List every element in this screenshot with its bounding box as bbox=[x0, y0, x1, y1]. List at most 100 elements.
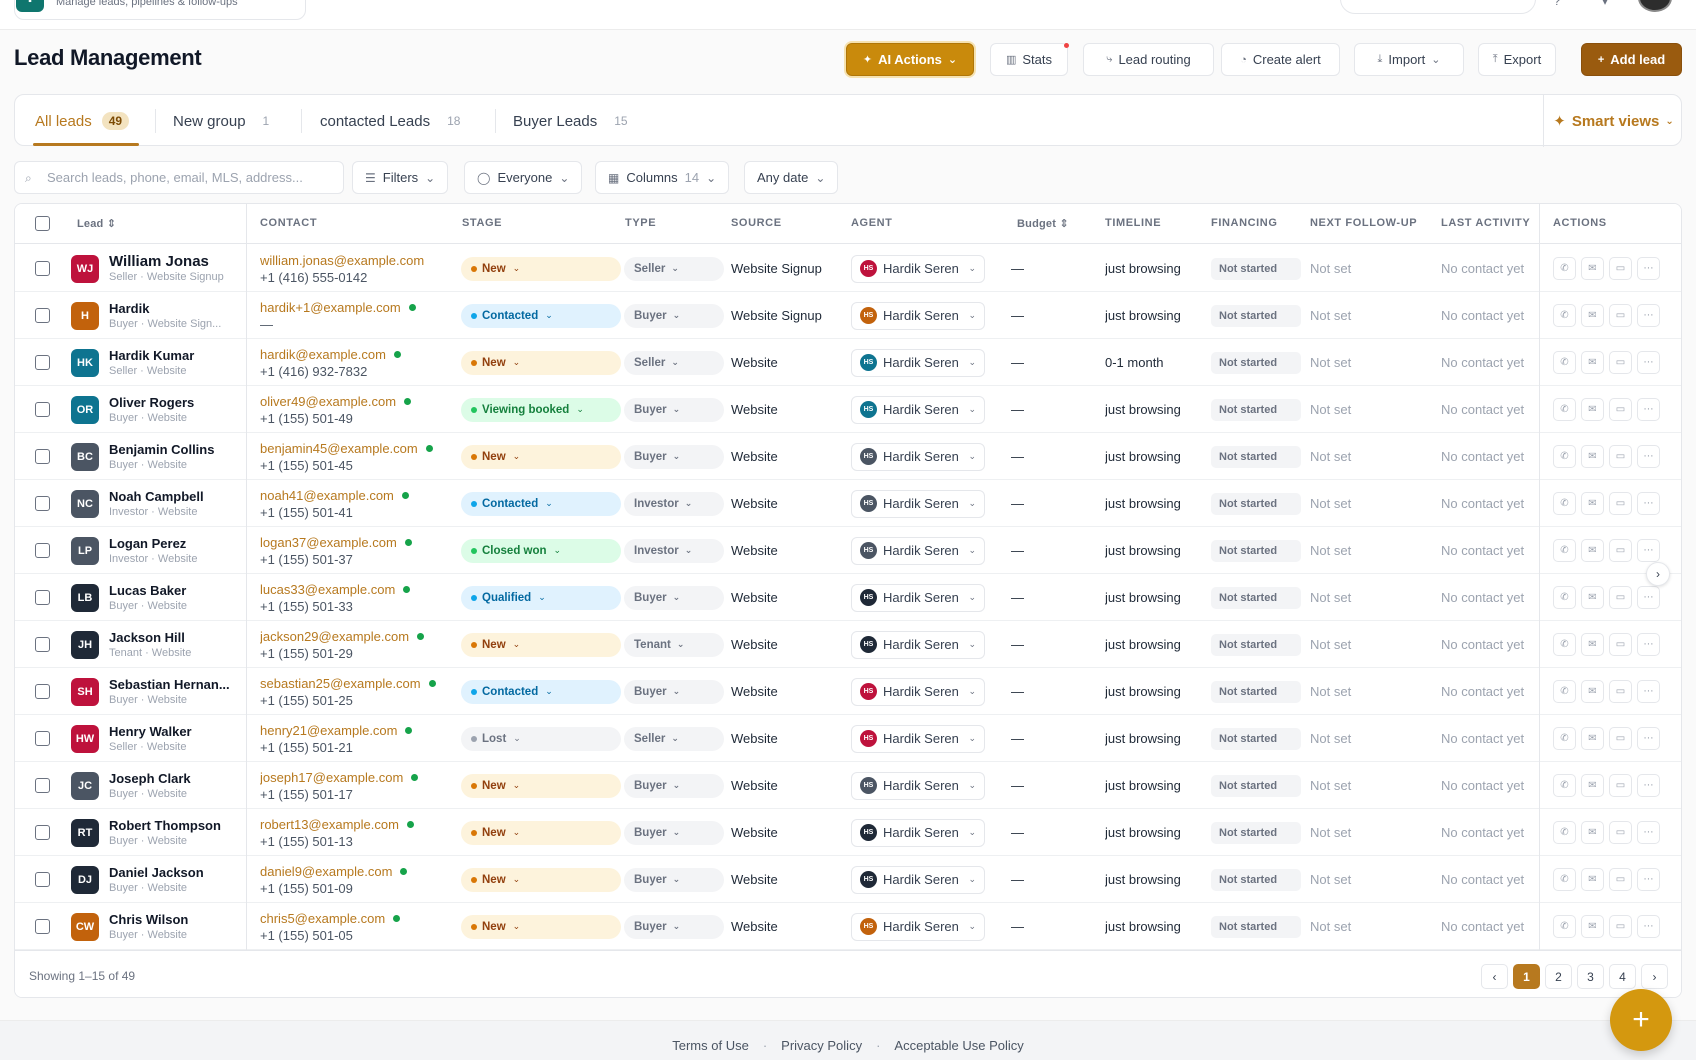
email-icon[interactable]: ✉ bbox=[1581, 680, 1604, 703]
call-icon[interactable]: ✆ bbox=[1553, 304, 1576, 327]
type-dropdown[interactable]: Seller ⌄ bbox=[624, 726, 724, 751]
message-icon[interactable]: ▭ bbox=[1609, 727, 1632, 750]
lead-cell[interactable]: Oliver Rogers Buyer · Website bbox=[109, 386, 245, 433]
notifications-icon[interactable]: ▾ bbox=[1596, 0, 1614, 12]
agent-dropdown[interactable]: HS Hardik Seren ⌄ bbox=[851, 254, 985, 283]
row-checkbox[interactable] bbox=[35, 590, 50, 605]
lead-email-link[interactable]: oliver49@example.com bbox=[260, 393, 460, 410]
lead-email-link[interactable]: hardik+1@example.com bbox=[260, 299, 460, 316]
message-icon[interactable]: ▭ bbox=[1609, 586, 1632, 609]
lead-email-link[interactable]: lucas33@example.com bbox=[260, 581, 460, 598]
table-row[interactable]: BC Benjamin Collins Buyer · Website benjami… bbox=[15, 433, 1681, 480]
create-alert-button[interactable]: ◔ Create alert bbox=[1221, 43, 1340, 76]
row-checkbox[interactable] bbox=[35, 496, 50, 511]
import-button[interactable]: ⤓ Import ⌄ bbox=[1354, 43, 1464, 76]
table-row[interactable]: LP Logan Perez Investor · Website logan37@e… bbox=[15, 527, 1681, 574]
table-row[interactable]: NC Noah Campbell Investor · Website noah41@… bbox=[15, 480, 1681, 527]
call-icon[interactable]: ✆ bbox=[1553, 868, 1576, 891]
tab-contacted-leads[interactable]: contacted Leads 18 bbox=[320, 95, 467, 147]
agent-dropdown[interactable]: HS Hardik Seren ⌄ bbox=[851, 442, 985, 471]
email-icon[interactable]: ✉ bbox=[1581, 539, 1604, 562]
type-dropdown[interactable]: Buyer ⌄ bbox=[624, 444, 724, 469]
type-dropdown[interactable]: Seller ⌄ bbox=[624, 350, 724, 375]
table-row[interactable]: WJ William Jonas Seller · Website Signup wi… bbox=[15, 245, 1681, 292]
lead-cell[interactable]: Logan Perez Investor · Website bbox=[109, 527, 245, 574]
call-icon[interactable]: ✆ bbox=[1553, 539, 1576, 562]
date-filter-dropdown[interactable]: Any date ⌄ bbox=[744, 161, 839, 194]
message-icon[interactable]: ▭ bbox=[1609, 445, 1632, 468]
agent-dropdown[interactable]: HS Hardik Seren ⌄ bbox=[851, 489, 985, 518]
more-icon[interactable]: ⋯ bbox=[1637, 257, 1660, 280]
row-checkbox[interactable] bbox=[35, 355, 50, 370]
user-avatar[interactable] bbox=[1638, 0, 1672, 12]
lead-cell[interactable]: Robert Thompson Buyer · Website bbox=[109, 809, 245, 856]
agent-dropdown[interactable]: HS Hardik Seren ⌄ bbox=[851, 912, 985, 941]
more-icon[interactable]: ⋯ bbox=[1637, 351, 1660, 374]
lead-email-link[interactable]: daniel9@example.com bbox=[260, 863, 460, 880]
type-dropdown[interactable]: Investor ⌄ bbox=[624, 491, 724, 516]
lead-email-link[interactable]: robert13@example.com bbox=[260, 816, 460, 833]
row-checkbox[interactable] bbox=[35, 543, 50, 558]
col-header-lead[interactable]: Lead ⇕ bbox=[77, 217, 116, 230]
email-icon[interactable]: ✉ bbox=[1581, 398, 1604, 421]
email-icon[interactable]: ✉ bbox=[1581, 304, 1604, 327]
call-icon[interactable]: ✆ bbox=[1553, 351, 1576, 374]
message-icon[interactable]: ▭ bbox=[1609, 915, 1632, 938]
agent-dropdown[interactable]: HS Hardik Seren ⌄ bbox=[851, 348, 985, 377]
agent-dropdown[interactable]: HS Hardik Seren ⌄ bbox=[851, 724, 985, 753]
stage-dropdown[interactable]: New ⌄ bbox=[461, 773, 621, 798]
row-checkbox[interactable] bbox=[35, 919, 50, 934]
type-dropdown[interactable]: Investor ⌄ bbox=[624, 538, 724, 563]
message-icon[interactable]: ▭ bbox=[1609, 351, 1632, 374]
message-icon[interactable]: ▭ bbox=[1609, 539, 1632, 562]
row-checkbox[interactable] bbox=[35, 308, 50, 323]
prev-page-button[interactable]: ‹ bbox=[1481, 964, 1508, 989]
stage-dropdown[interactable]: Contacted ⌄ bbox=[461, 303, 621, 328]
select-all-checkbox[interactable] bbox=[35, 216, 50, 231]
call-icon[interactable]: ✆ bbox=[1553, 492, 1576, 515]
more-icon[interactable]: ⋯ bbox=[1637, 445, 1660, 468]
row-checkbox[interactable] bbox=[35, 449, 50, 464]
call-icon[interactable]: ✆ bbox=[1553, 821, 1576, 844]
next-page-button[interactable]: › bbox=[1641, 964, 1668, 989]
stats-button[interactable]: ▥ Stats bbox=[990, 43, 1068, 76]
stage-dropdown[interactable]: New ⌄ bbox=[461, 256, 621, 281]
more-icon[interactable]: ⋯ bbox=[1637, 680, 1660, 703]
page-2-button[interactable]: 2 bbox=[1545, 964, 1572, 989]
email-icon[interactable]: ✉ bbox=[1581, 586, 1604, 609]
type-dropdown[interactable]: Buyer ⌄ bbox=[624, 914, 724, 939]
columns-button[interactable]: ▦ Columns 14 ⌄ bbox=[595, 161, 730, 194]
message-icon[interactable]: ▭ bbox=[1609, 257, 1632, 280]
call-icon[interactable]: ✆ bbox=[1553, 680, 1576, 703]
lead-email-link[interactable]: benjamin45@example.com bbox=[260, 440, 460, 457]
call-icon[interactable]: ✆ bbox=[1553, 398, 1576, 421]
message-icon[interactable]: ▭ bbox=[1609, 868, 1632, 891]
col-header-budget[interactable]: Budget ⇕ bbox=[1017, 217, 1069, 230]
table-row[interactable]: HK Hardik Kumar Seller · Website hardik@exa… bbox=[15, 339, 1681, 386]
call-icon[interactable]: ✆ bbox=[1553, 257, 1576, 280]
lead-cell[interactable]: Benjamin Collins Buyer · Website bbox=[109, 433, 245, 480]
scroll-right-button[interactable]: › bbox=[1646, 562, 1670, 586]
row-checkbox[interactable] bbox=[35, 684, 50, 699]
export-button[interactable]: ⤒ Export bbox=[1478, 43, 1556, 76]
email-icon[interactable]: ✉ bbox=[1581, 445, 1604, 468]
row-checkbox[interactable] bbox=[35, 825, 50, 840]
lead-routing-button[interactable]: ⤷ Lead routing bbox=[1083, 43, 1214, 76]
stage-dropdown[interactable]: Closed won ⌄ bbox=[461, 538, 621, 563]
smart-views-dropdown[interactable]: ✦ Smart views ⌄ bbox=[1543, 95, 1683, 147]
table-row[interactable]: OR Oliver Rogers Buyer · Website oliver49@e… bbox=[15, 386, 1681, 433]
email-icon[interactable]: ✉ bbox=[1581, 492, 1604, 515]
message-icon[interactable]: ▭ bbox=[1609, 774, 1632, 797]
stage-dropdown[interactable]: New ⌄ bbox=[461, 820, 621, 845]
lead-email-link[interactable]: hardik@example.com bbox=[260, 346, 460, 363]
message-icon[interactable]: ▭ bbox=[1609, 398, 1632, 421]
lead-email-link[interactable]: henry21@example.com bbox=[260, 722, 460, 739]
call-icon[interactable]: ✆ bbox=[1553, 633, 1576, 656]
page-3-button[interactable]: 3 bbox=[1577, 964, 1604, 989]
agent-dropdown[interactable]: HS Hardik Seren ⌄ bbox=[851, 630, 985, 659]
lead-cell[interactable]: Noah Campbell Investor · Website bbox=[109, 480, 245, 527]
message-icon[interactable]: ▭ bbox=[1609, 304, 1632, 327]
lead-cell[interactable]: Hardik Buyer · Website Sign... bbox=[109, 292, 245, 339]
type-dropdown[interactable]: Buyer ⌄ bbox=[624, 679, 724, 704]
global-search-input[interactable] bbox=[1340, 0, 1536, 14]
